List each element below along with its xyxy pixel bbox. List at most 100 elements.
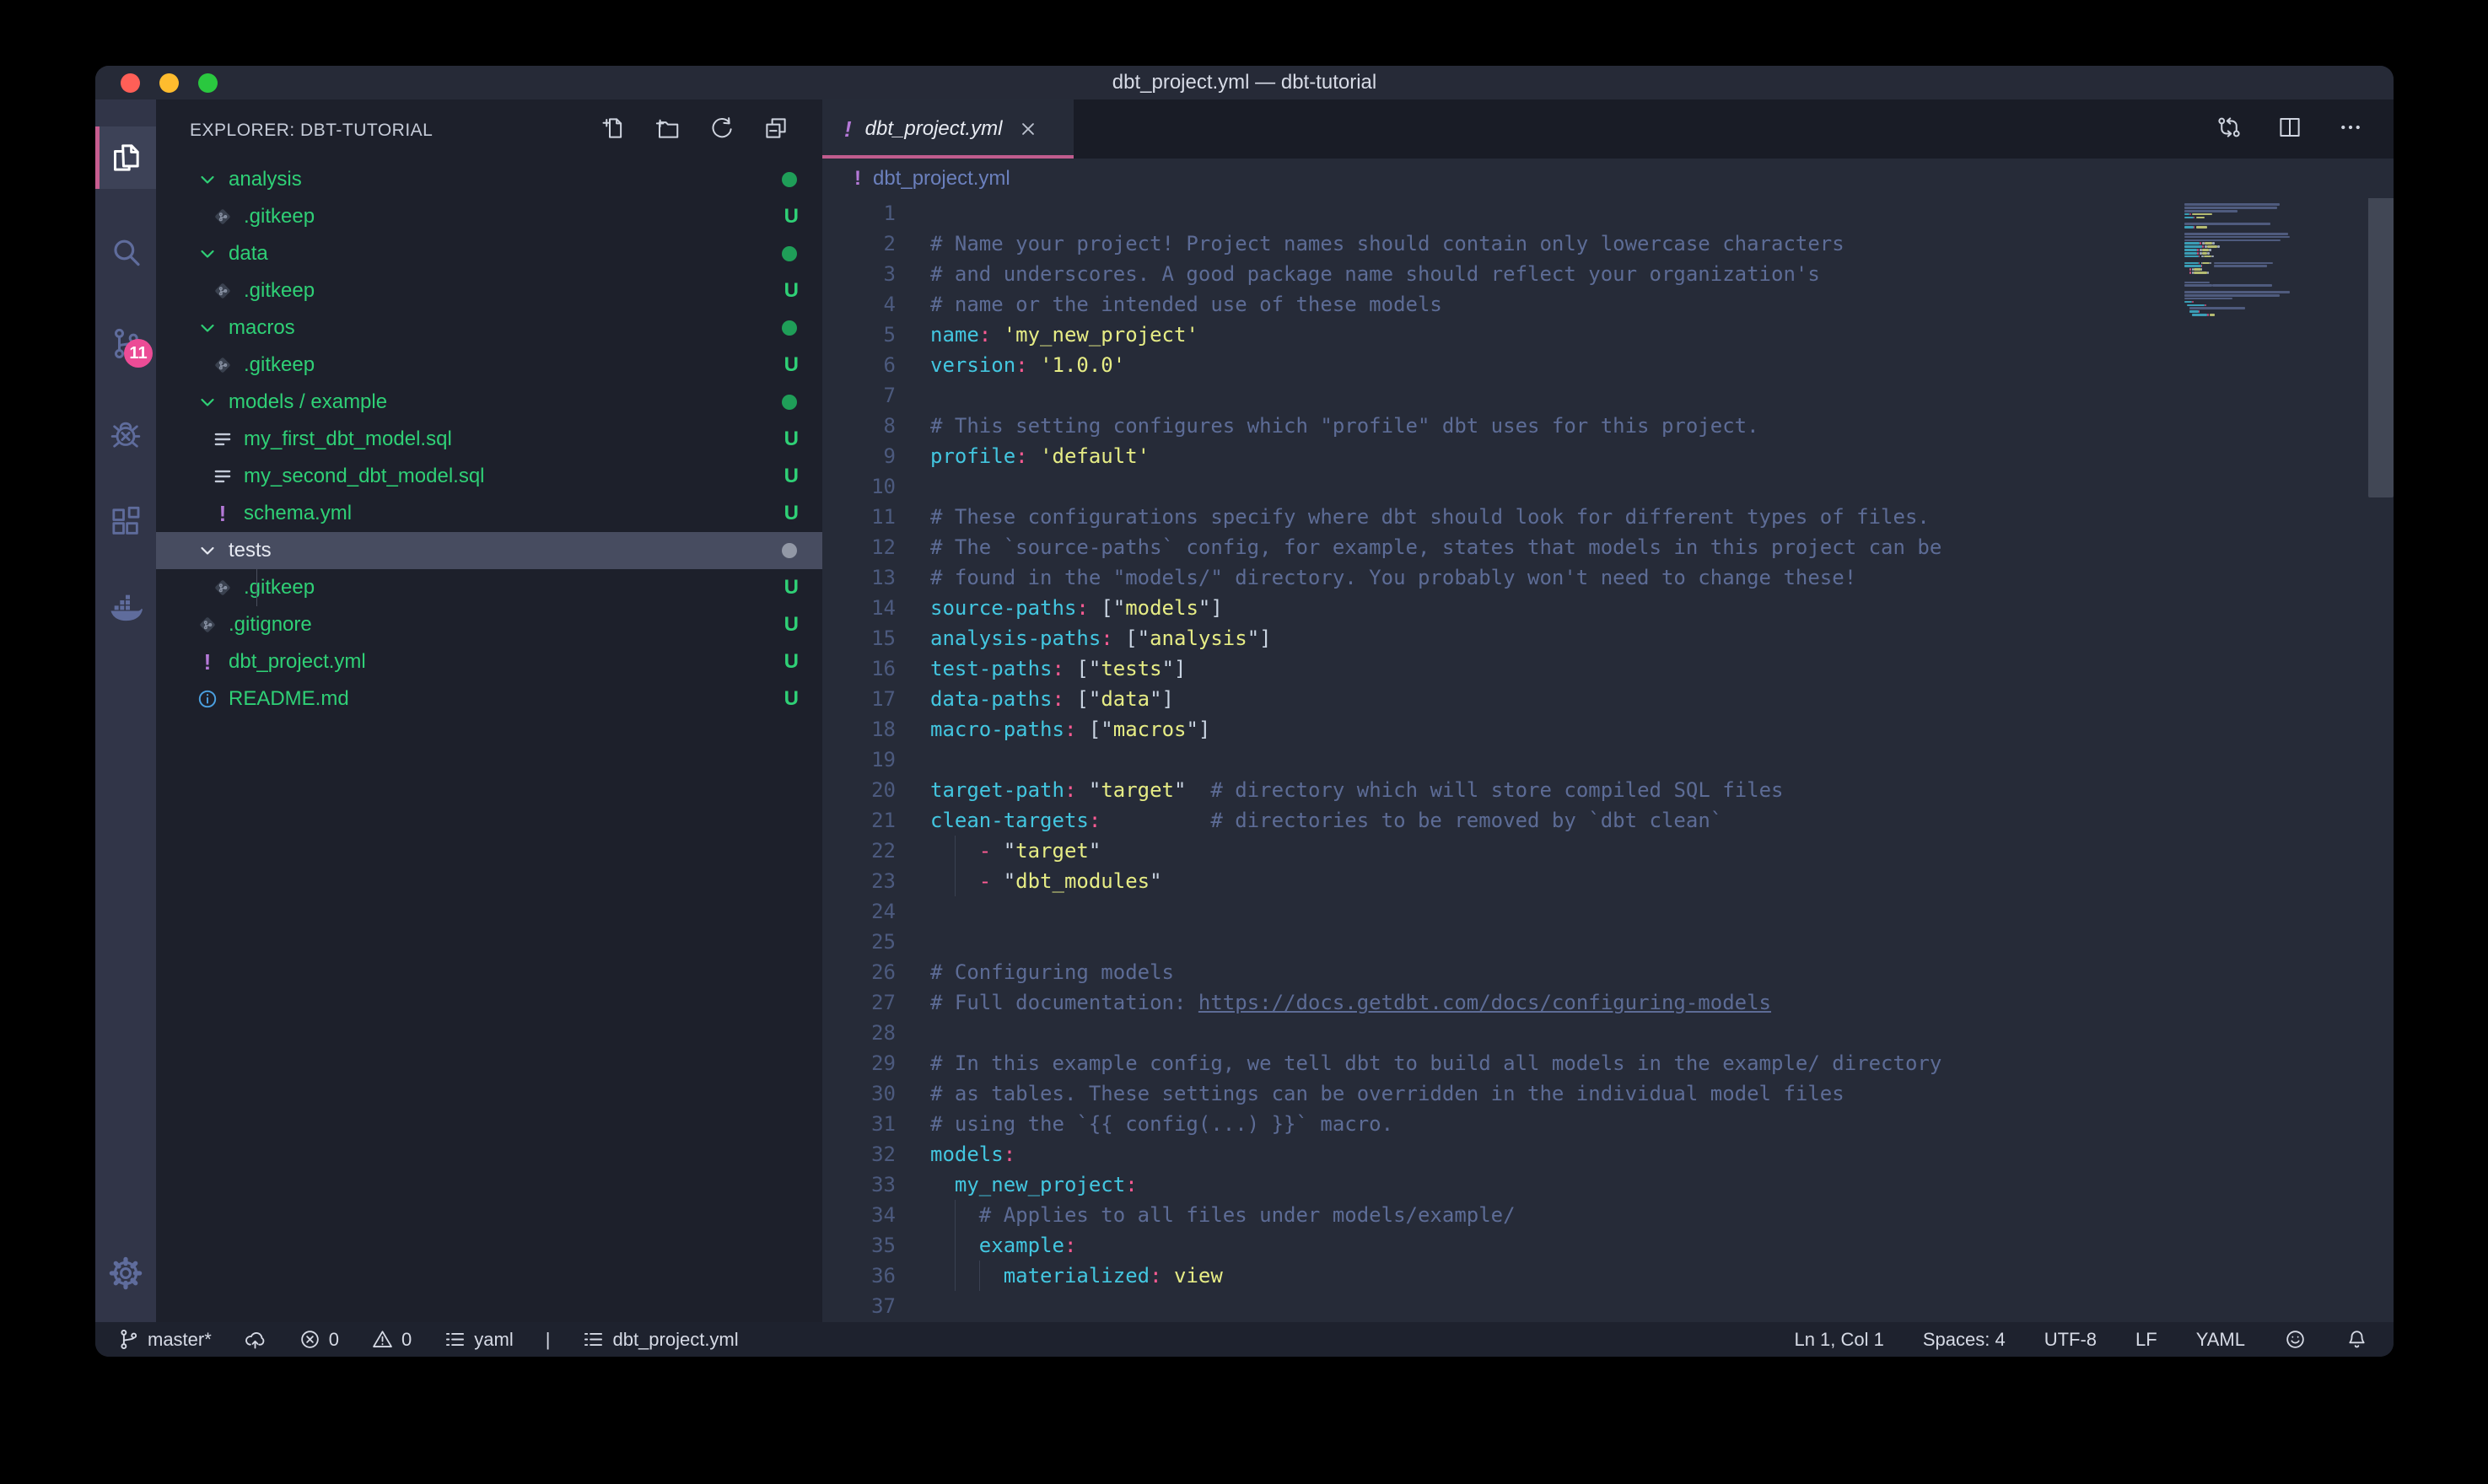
chevron-down-icon	[197, 540, 218, 562]
line-number: 11	[822, 502, 896, 532]
status-feedback[interactable]	[2284, 1328, 2307, 1351]
code-line-30: 30# as tables. These settings can be ove…	[822, 1078, 2394, 1109]
split-editor-icon	[2277, 115, 2302, 140]
refresh-button[interactable]	[709, 116, 735, 145]
tree-item-tests[interactable]: tests	[156, 532, 822, 569]
sql-file-icon	[212, 465, 234, 487]
activity-item-search[interactable]	[95, 221, 156, 283]
vscode-window: dbt_project.yml — dbt-tutorial 11 EXPLOR…	[95, 66, 2394, 1357]
line-content: # and underscores. A good package name s…	[896, 259, 1820, 289]
new-folder-button[interactable]	[655, 116, 681, 145]
status-eol[interactable]: LF	[2135, 1329, 2157, 1351]
tree-item--gitignore[interactable]: .gitignoreU	[156, 606, 822, 643]
status-errors-count[interactable]: 0	[299, 1328, 339, 1351]
activity-item-explorer[interactable]	[95, 126, 156, 189]
code-line-2: 2# Name your project! Project names shou…	[822, 229, 2394, 259]
tree-item-schema-yml[interactable]: !schema.ymlU	[156, 495, 822, 532]
more-actions-icon	[2338, 115, 2363, 140]
status-separator: |	[546, 1329, 551, 1351]
tree-item--gitkeep[interactable]: .gitkeepU	[156, 198, 822, 235]
activity-item-extensions[interactable]	[95, 491, 156, 553]
open-changes-icon	[2216, 115, 2242, 140]
code-line-12: 12# The `source-paths` config, for examp…	[822, 532, 2394, 562]
sync-cloud-icon	[244, 1328, 267, 1351]
line-content	[896, 198, 930, 229]
line-number: 27	[822, 987, 896, 1018]
activity-item-docker[interactable]	[95, 578, 156, 640]
search-icon	[109, 235, 143, 269]
status-linter-file[interactable]: dbt_project.yml	[582, 1328, 738, 1351]
breadcrumb-file[interactable]: dbt_project.yml	[873, 167, 1010, 191]
status-indentation[interactable]: Spaces: 4	[1923, 1329, 2006, 1351]
git-untracked-badge: U	[784, 465, 799, 488]
line-content: version: '1.0.0'	[896, 350, 1125, 380]
yaml-warning-icon: !	[844, 116, 852, 142]
status-git-branch-status[interactable]: master*	[117, 1328, 212, 1351]
close-tab-icon[interactable]	[1017, 118, 1039, 140]
explorer-sidebar: EXPLORER: DBT-TUTORIAL analysis.gitkeepU…	[156, 99, 822, 1322]
status-label: 0	[329, 1329, 339, 1351]
refresh-icon	[709, 116, 735, 141]
tree-item-dbt-project-yml[interactable]: !dbt_project.ymlU	[156, 643, 822, 680]
tree-item-label: tests	[229, 539, 272, 562]
settings-gear-icon	[108, 1255, 143, 1291]
line-number: 32	[822, 1139, 896, 1169]
tree-item-my-second-dbt-model-sql[interactable]: my_second_dbt_model.sqlU	[156, 458, 822, 495]
collapse-all-button[interactable]	[763, 116, 789, 145]
line-content: name: 'my_new_project'	[896, 320, 1198, 350]
bell-icon	[2345, 1328, 2368, 1351]
editor-scrollbar[interactable]	[2368, 198, 2394, 497]
git-untracked-badge: U	[784, 279, 799, 303]
open-changes-button[interactable]	[2216, 115, 2242, 144]
new-file-button[interactable]	[601, 116, 627, 145]
collapse-all-icon	[763, 116, 789, 141]
activity-item-settings-gear[interactable]	[95, 1242, 156, 1304]
tree-item-my-first-dbt-model-sql[interactable]: my_first_dbt_model.sqlU	[156, 421, 822, 458]
status-linter-yaml[interactable]: yaml	[444, 1328, 513, 1351]
activity-item-source-control[interactable]: 11	[95, 312, 156, 374]
tree-item--gitkeep[interactable]: .gitkeepU	[156, 347, 822, 384]
extensions-icon	[109, 505, 143, 539]
activity-item-debug[interactable]	[95, 403, 156, 465]
status-label: yaml	[474, 1329, 513, 1351]
more-actions-button[interactable]	[2338, 115, 2363, 144]
status-publish-changes[interactable]	[244, 1328, 267, 1351]
yaml-warning-icon: !	[854, 167, 861, 191]
line-number: 20	[822, 775, 896, 805]
git-untracked-badge: U	[784, 502, 799, 525]
minimap[interactable]	[2184, 200, 2368, 320]
indent-guide	[955, 1230, 956, 1261]
tree-item-readme-md[interactable]: README.mdU	[156, 680, 822, 718]
code-editor[interactable]: 12# Name your project! Project names sho…	[822, 198, 2394, 1322]
code-line-15: 15analysis-paths: ["analysis"]	[822, 623, 2394, 653]
git-untracked-badge: U	[784, 353, 799, 377]
status-warnings-count[interactable]: 0	[371, 1328, 412, 1351]
tree-item-analysis[interactable]: analysis	[156, 161, 822, 198]
code-line-22: 22 - "target"	[822, 836, 2394, 866]
code-line-1: 1	[822, 198, 2394, 229]
tree-item-data[interactable]: data	[156, 235, 822, 272]
code-line-27: 27# Full documentation: https://docs.get…	[822, 987, 2394, 1018]
status-language-mode[interactable]: YAML	[2196, 1329, 2245, 1351]
line-number: 10	[822, 471, 896, 502]
tree-item--gitkeep[interactable]: .gitkeepU	[156, 569, 822, 606]
split-editor-button[interactable]	[2277, 115, 2302, 144]
status-cursor-position[interactable]: Ln 1, Col 1	[1794, 1329, 1883, 1351]
warning-triangle-icon	[371, 1328, 394, 1351]
line-content	[896, 471, 930, 502]
code-line-28: 28	[822, 1018, 2394, 1048]
code-line-26: 26# Configuring models	[822, 957, 2394, 987]
tree-item-models-example[interactable]: models / example	[156, 384, 822, 421]
tab-dbt-project-yml[interactable]: ! dbt_project.yml	[822, 99, 1074, 159]
line-number: 18	[822, 714, 896, 745]
line-number: 4	[822, 289, 896, 320]
tree-item-macros[interactable]: macros	[156, 309, 822, 347]
code-line-7: 7	[822, 380, 2394, 411]
git-untracked-badge: U	[784, 576, 799, 600]
status-notifications[interactable]	[2345, 1328, 2368, 1351]
status-encoding[interactable]: UTF-8	[2044, 1329, 2097, 1351]
code-line-16: 16test-paths: ["tests"]	[822, 653, 2394, 684]
git-untracked-badge: U	[784, 687, 799, 711]
tree-item--gitkeep[interactable]: .gitkeepU	[156, 272, 822, 309]
line-number: 36	[822, 1261, 896, 1291]
